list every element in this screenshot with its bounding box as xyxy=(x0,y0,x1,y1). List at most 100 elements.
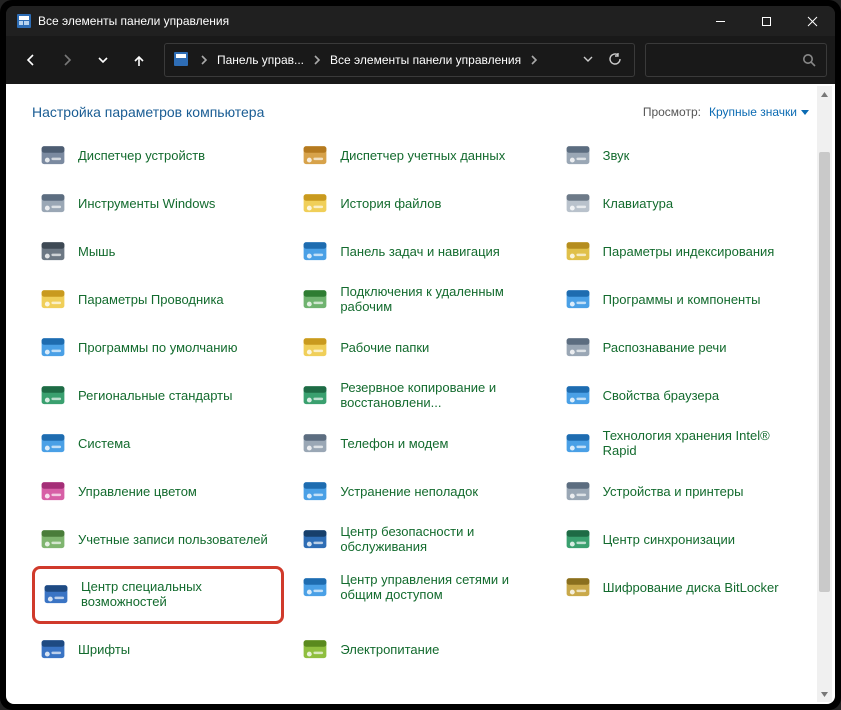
window-title: Все элементы панели управления xyxy=(38,14,229,28)
item-icon xyxy=(298,633,332,667)
item-label: Управление цветом xyxy=(78,485,197,500)
item-icon xyxy=(36,379,70,413)
item-label: Технология хранения Intel® Rapid xyxy=(603,429,805,459)
item-icon xyxy=(298,283,332,317)
navigation-toolbar: Панель управ... Все элементы панели упра… xyxy=(6,36,835,84)
item-icon xyxy=(298,139,332,173)
item-label: Система xyxy=(78,437,130,452)
chevron-right-icon xyxy=(527,53,541,67)
view-value: Крупные значки xyxy=(709,105,797,119)
control-panel-item[interactable]: История файлов xyxy=(294,182,546,226)
search-icon xyxy=(802,53,816,67)
vertical-scrollbar[interactable] xyxy=(817,86,832,702)
chevron-down-icon xyxy=(801,108,809,116)
control-panel-item[interactable]: Рабочие папки xyxy=(294,326,546,370)
control-panel-item[interactable]: Параметры индексирования xyxy=(557,230,809,274)
control-panel-item[interactable]: Распознавание речи xyxy=(557,326,809,370)
item-label: Резервное копирование и восстановлени... xyxy=(340,381,542,411)
close-button[interactable] xyxy=(789,6,835,36)
item-icon xyxy=(36,283,70,317)
item-icon xyxy=(36,187,70,221)
maximize-button[interactable] xyxy=(743,6,789,36)
control-panel-item[interactable]: Центр безопасности и обслуживания xyxy=(294,518,546,562)
search-box[interactable] xyxy=(645,43,827,77)
control-panel-item[interactable]: Мышь xyxy=(32,230,284,274)
control-panel-icon xyxy=(16,13,32,29)
item-label: Центр синхронизации xyxy=(603,533,735,548)
control-panel-item[interactable]: Диспетчер учетных данных xyxy=(294,134,546,178)
item-icon xyxy=(561,283,595,317)
item-label: Параметры индексирования xyxy=(603,245,775,260)
item-label: Устройства и принтеры xyxy=(603,485,744,500)
minimize-button[interactable] xyxy=(697,6,743,36)
control-panel-item[interactable]: Звук xyxy=(557,134,809,178)
up-button[interactable] xyxy=(122,43,156,77)
back-button[interactable] xyxy=(14,43,48,77)
control-panel-item[interactable]: Управление цветом xyxy=(32,470,284,514)
item-icon xyxy=(39,578,73,612)
control-panel-item[interactable]: Параметры Проводника xyxy=(32,278,284,322)
item-icon xyxy=(561,187,595,221)
item-label: Свойства браузера xyxy=(603,389,719,404)
item-label: Телефон и модем xyxy=(340,437,448,452)
control-panel-item[interactable]: Подключения к удаленным рабочим xyxy=(294,278,546,322)
item-icon xyxy=(561,475,595,509)
scroll-up-button[interactable] xyxy=(817,86,832,102)
item-label: Диспетчер устройств xyxy=(78,149,205,164)
control-panel-item[interactable]: Инструменты Windows xyxy=(32,182,284,226)
control-panel-item[interactable]: Резервное копирование и восстановлени... xyxy=(294,374,546,418)
control-panel-item[interactable]: Устройства и принтеры xyxy=(557,470,809,514)
control-panel-item[interactable]: Панель задач и навигация xyxy=(294,230,546,274)
item-icon xyxy=(298,427,332,461)
control-panel-item[interactable]: Центр специальных возможностей xyxy=(32,566,284,624)
scroll-thumb[interactable] xyxy=(819,152,830,592)
item-label: Шифрование диска BitLocker xyxy=(603,581,779,596)
control-panel-item[interactable]: Свойства браузера xyxy=(557,374,809,418)
item-icon xyxy=(36,633,70,667)
control-panel-item[interactable]: Технология хранения Intel® Rapid xyxy=(557,422,809,466)
item-icon xyxy=(298,379,332,413)
control-panel-item[interactable]: Клавиатура xyxy=(557,182,809,226)
item-label: Центр специальных возможностей xyxy=(81,580,277,610)
chevron-right-icon xyxy=(310,53,324,67)
control-panel-item[interactable]: Шрифты xyxy=(32,628,284,672)
control-panel-item[interactable]: Программы и компоненты xyxy=(557,278,809,322)
item-label: Центр управления сетями и общим доступом xyxy=(340,573,542,603)
control-panel-item[interactable]: Программы по умолчанию xyxy=(32,326,284,370)
item-label: Мышь xyxy=(78,245,115,260)
item-label: Инструменты Windows xyxy=(78,197,215,212)
address-dropdown-button[interactable] xyxy=(582,53,594,68)
breadcrumb-segment[interactable]: Все элементы панели управления xyxy=(330,53,521,67)
item-icon xyxy=(561,571,595,605)
control-panel-item[interactable]: Центр управления сетями и общим доступом xyxy=(294,566,546,610)
control-panel-item[interactable]: Система xyxy=(32,422,284,466)
control-panel-item[interactable]: Устранение неполадок xyxy=(294,470,546,514)
control-panel-item[interactable]: Электропитание xyxy=(294,628,546,672)
control-panel-item[interactable]: Учетные записи пользователей xyxy=(32,518,284,562)
item-icon xyxy=(561,235,595,269)
control-panel-grid: Диспетчер устройств Диспетчер учетных да… xyxy=(32,134,809,672)
control-panel-item[interactable]: Телефон и модем xyxy=(294,422,546,466)
item-label: Центр безопасности и обслуживания xyxy=(340,525,542,555)
item-icon xyxy=(298,331,332,365)
item-icon xyxy=(36,523,70,557)
control-panel-item[interactable]: Диспетчер устройств xyxy=(32,134,284,178)
item-icon xyxy=(561,523,595,557)
control-panel-item[interactable]: Региональные стандарты xyxy=(32,374,284,418)
item-icon xyxy=(298,187,332,221)
forward-button[interactable] xyxy=(50,43,84,77)
scroll-down-button[interactable] xyxy=(817,686,832,702)
item-label: Программы по умолчанию xyxy=(78,341,237,356)
page-title: Настройка параметров компьютера xyxy=(32,104,264,120)
recent-locations-button[interactable] xyxy=(86,43,120,77)
refresh-button[interactable] xyxy=(608,52,622,69)
view-selector[interactable]: Просмотр: Крупные значки xyxy=(643,105,809,119)
control-panel-item[interactable]: Центр синхронизации xyxy=(557,518,809,562)
address-bar[interactable]: Панель управ... Все элементы панели упра… xyxy=(164,43,635,77)
control-panel-item[interactable]: Шифрование диска BitLocker xyxy=(557,566,809,610)
breadcrumb-segment[interactable]: Панель управ... xyxy=(217,53,304,67)
item-icon xyxy=(298,235,332,269)
item-label: Учетные записи пользователей xyxy=(78,533,268,548)
item-label: Электропитание xyxy=(340,643,439,658)
item-label: Рабочие папки xyxy=(340,341,429,356)
